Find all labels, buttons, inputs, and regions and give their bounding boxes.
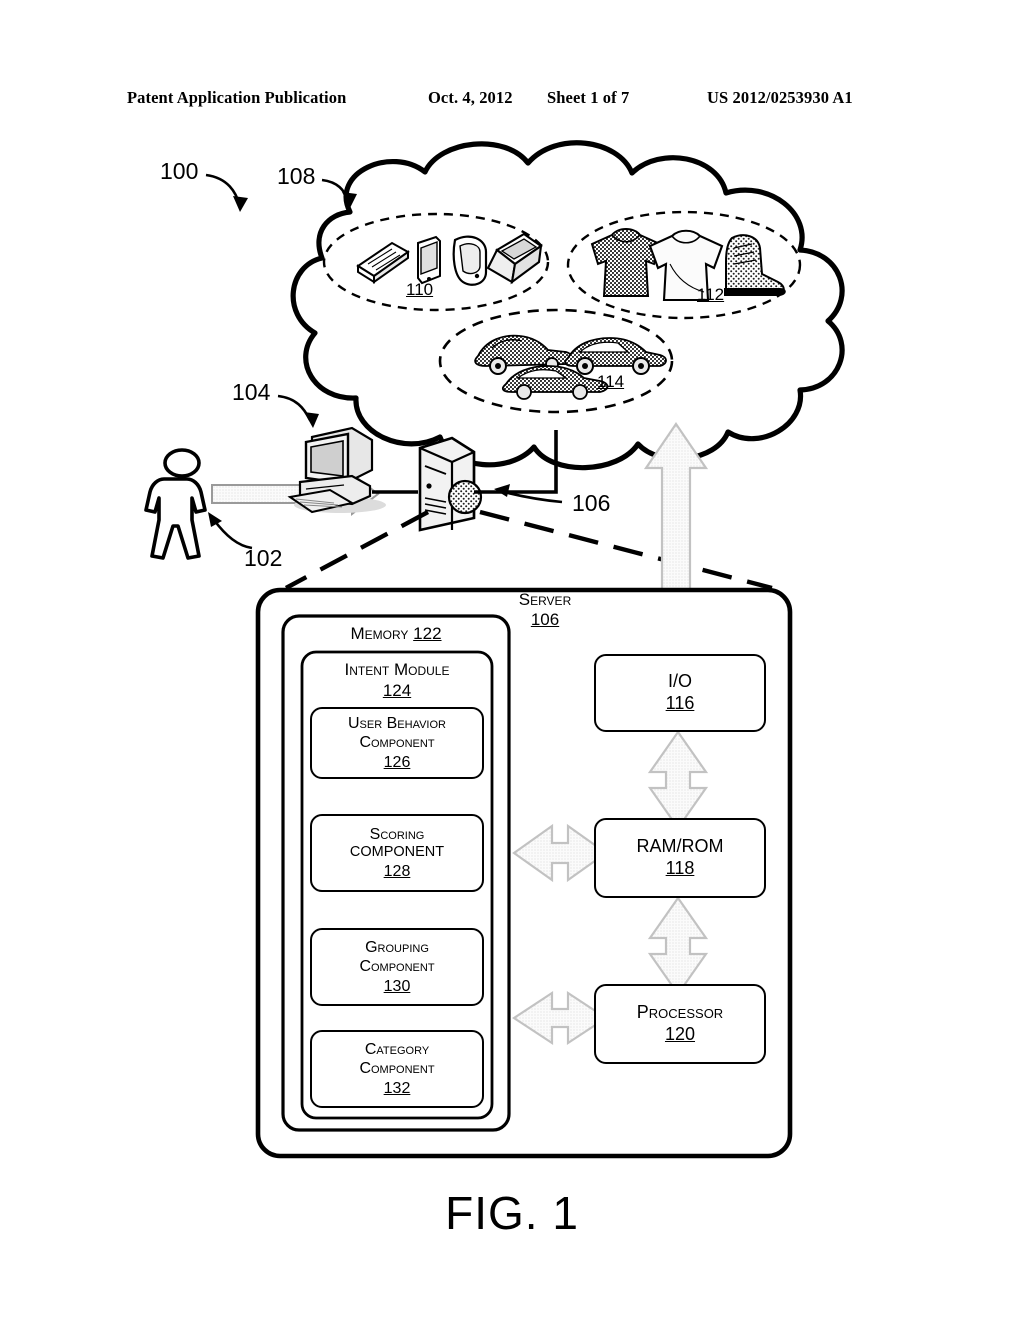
- server-title-text: Server: [518, 590, 572, 609]
- memory-title-text: Memory: [350, 624, 409, 643]
- ref-102: 102: [244, 545, 283, 571]
- patent-figure-sheet: Patent Application Publication Oct. 4, 2…: [0, 0, 1024, 1320]
- ref-106-device: 106: [572, 490, 611, 516]
- io-block[interactable]: I/O 116: [594, 654, 766, 732]
- server-tower-icon: [418, 436, 483, 532]
- ram-rom-label: RAM/ROM: [636, 836, 724, 857]
- grouping-ref: 130: [383, 977, 411, 995]
- ram-rom-block[interactable]: RAM/ROM 118: [594, 818, 766, 898]
- scoring-component[interactable]: Scoring COMPONENT 128: [310, 814, 484, 892]
- category-line2: Component: [359, 1060, 435, 1078]
- memory-title: Memory 122: [283, 624, 509, 644]
- server-title: Server: [470, 590, 620, 610]
- processor-block[interactable]: Processor 120: [594, 984, 766, 1064]
- blowup-leader-lines: [284, 509, 773, 591]
- user-behavior-component[interactable]: User Behavior Component 126: [310, 707, 484, 779]
- intent-module-title: Intent Module: [302, 660, 492, 680]
- network-cloud-outline: [290, 140, 845, 471]
- figure-caption: FIG. 1: [445, 1187, 579, 1239]
- scoring-ref: 128: [383, 862, 411, 880]
- user-behavior-ref: 126: [383, 753, 411, 771]
- leader-102: [212, 519, 253, 550]
- ref-104: 104: [232, 379, 271, 405]
- intent-module-title-text: Intent Module: [344, 660, 450, 679]
- ref-108: 108: [277, 163, 316, 189]
- client-computer-icon: [287, 426, 386, 514]
- user-figure-icon: [144, 448, 207, 560]
- category-ref: 132: [383, 1079, 411, 1097]
- user-behavior-line2: Component: [359, 734, 435, 752]
- ref-100: 100: [160, 158, 199, 184]
- scoring-line2: COMPONENT: [349, 844, 445, 861]
- intent-module-ref-label: 124: [302, 681, 492, 701]
- user-behavior-line1: User Behavior: [348, 714, 446, 732]
- figure-artwork: [144, 140, 845, 1159]
- processor-ref: 120: [664, 1024, 696, 1044]
- smartphone-icon: [417, 235, 441, 285]
- io-label: I/O: [667, 671, 692, 692]
- grouping-line1: Grouping: [365, 938, 429, 956]
- grouping-line2: Component: [359, 958, 435, 976]
- processor-label: Processor: [636, 1002, 724, 1023]
- memory-ref: 122: [413, 624, 442, 643]
- ref-110: 110: [406, 280, 434, 299]
- server-ref: 106: [530, 610, 560, 629]
- intent-module-ref: 124: [382, 681, 412, 700]
- ref-114: 114: [597, 372, 625, 391]
- ram-rom-ref: 118: [665, 858, 695, 878]
- grouping-component[interactable]: Grouping Component 130: [310, 928, 484, 1006]
- leader-100: [205, 173, 242, 207]
- leader-104: [277, 394, 312, 421]
- scoring-line1: Scoring: [369, 825, 425, 843]
- flip-phone-icon: [452, 235, 488, 286]
- ref-112: 112: [697, 285, 725, 304]
- category-component[interactable]: Category Component 132: [310, 1030, 484, 1108]
- io-ref: 116: [665, 693, 695, 713]
- category-line1: Category: [364, 1040, 430, 1058]
